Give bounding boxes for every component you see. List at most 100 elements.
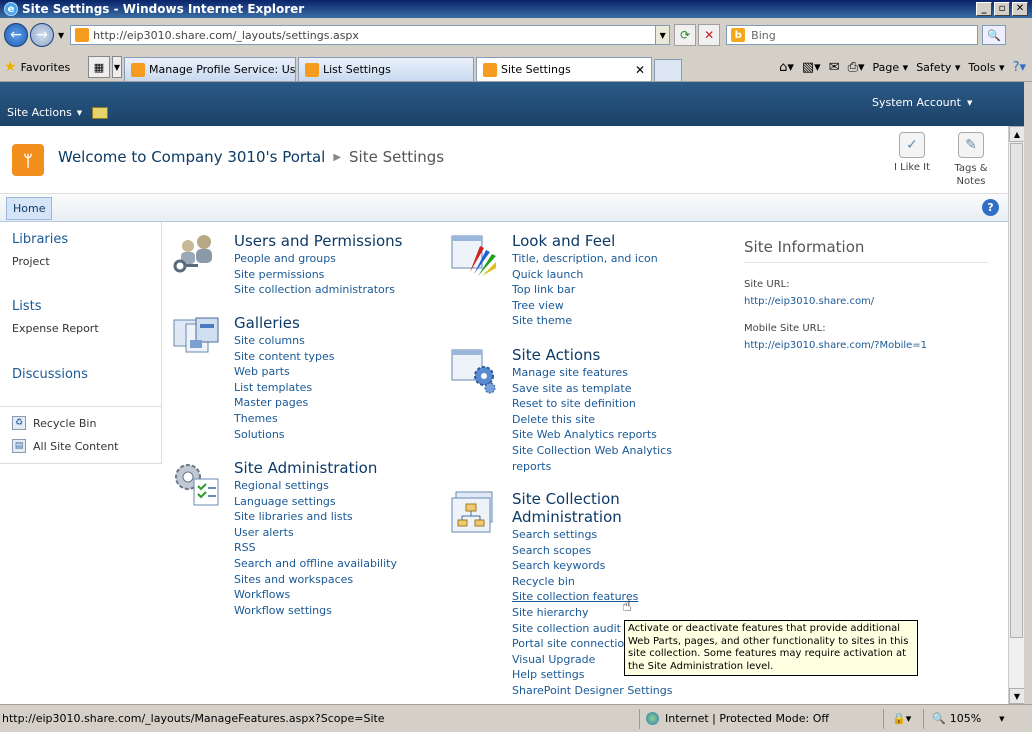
account-menu[interactable]: System Account ▼: [872, 96, 972, 109]
ql-libraries[interactable]: Libraries: [12, 232, 68, 247]
link-list-templates[interactable]: List templates: [234, 380, 335, 396]
search-go-button[interactable]: 🔍: [982, 25, 1007, 45]
link-language-settings[interactable]: Language settings: [234, 494, 397, 510]
tab-close-icon[interactable]: ✕: [635, 63, 645, 77]
link-search-scopes[interactable]: Search scopes: [512, 543, 672, 559]
link-site-permissions[interactable]: Site permissions: [234, 267, 395, 283]
link-top-link-bar[interactable]: Top link bar: [512, 282, 658, 298]
navigate-up-icon[interactable]: [92, 107, 108, 119]
site-content-icon: ▤: [12, 439, 26, 453]
link-people-groups[interactable]: People and groups: [234, 251, 395, 267]
help-icon[interactable]: ?: [982, 199, 999, 216]
ql-recycle-bin[interactable]: ♻ Recycle Bin: [12, 416, 96, 430]
tab-site-settings[interactable]: Site Settings ✕: [476, 57, 652, 81]
ql-project[interactable]: Project: [12, 255, 50, 268]
link-web-parts[interactable]: Web parts: [234, 364, 335, 380]
tools-menu[interactable]: Tools ▾: [968, 61, 1004, 74]
scroll-down-icon[interactable]: ▼: [1009, 688, 1025, 704]
tab-manage-profile[interactable]: Manage Profile Service: User...: [124, 57, 296, 81]
link-save-site-template[interactable]: Save site as template: [512, 381, 672, 397]
link-tree-view[interactable]: Tree view: [512, 298, 658, 314]
ql-discussions[interactable]: Discussions: [12, 367, 88, 382]
ql-divider: [0, 406, 162, 407]
refresh-button[interactable]: ⟳: [674, 24, 697, 46]
site-actions-menu[interactable]: Site Actions ▼: [7, 106, 82, 119]
link-sites-workspaces[interactable]: Sites and workspaces: [234, 572, 397, 588]
portal-title-link[interactable]: Welcome to Company 3010's Portal: [58, 148, 325, 166]
link-recycle-bin[interactable]: Recycle bin: [512, 574, 672, 590]
link-user-alerts[interactable]: User alerts: [234, 525, 397, 541]
page-menu[interactable]: Page ▾: [873, 61, 909, 74]
i-like-it-button[interactable]: ✓ I Like It: [886, 132, 938, 173]
close-window-button[interactable]: ✕: [1012, 2, 1028, 16]
home-icon[interactable]: ⌂▾: [779, 60, 794, 75]
print-icon[interactable]: ⎙▾: [848, 60, 865, 75]
scroll-up-icon[interactable]: ▲: [1009, 126, 1025, 142]
help-menu-icon[interactable]: ?▾: [1013, 60, 1026, 75]
link-workflows[interactable]: Workflows: [234, 587, 397, 603]
search-input[interactable]: b Bing: [726, 25, 979, 45]
minimize-button[interactable]: _: [976, 2, 992, 16]
new-tab-button[interactable]: [654, 59, 682, 81]
section-site-administration: Site Administration Regional settings La…: [172, 459, 432, 619]
back-button[interactable]: ←: [4, 23, 28, 47]
link-sharepoint-designer-settings[interactable]: SharePoint Designer Settings: [512, 683, 672, 699]
link-search-offline[interactable]: Search and offline availability: [234, 556, 397, 572]
link-site-columns[interactable]: Site columns: [234, 333, 335, 349]
link-search-keywords[interactable]: Search keywords: [512, 558, 672, 574]
safety-menu[interactable]: Safety ▾: [916, 61, 960, 74]
link-site-collection-web-analytics-cont[interactable]: reports: [512, 459, 672, 475]
link-workflow-settings[interactable]: Workflow settings: [234, 603, 397, 619]
link-themes[interactable]: Themes: [234, 411, 335, 427]
link-solutions[interactable]: Solutions: [234, 427, 335, 443]
link-master-pages[interactable]: Master pages: [234, 395, 335, 411]
address-input[interactable]: http://eip3010.share.com/_layouts/settin…: [70, 25, 657, 45]
favorites-button[interactable]: ★ Favorites: [0, 53, 84, 81]
link-site-hierarchy[interactable]: Site hierarchy: [512, 605, 672, 621]
link-title-description-icon[interactable]: Title, description, and icon: [512, 251, 658, 267]
link-quick-launch[interactable]: Quick launch: [512, 267, 658, 283]
link-delete-site[interactable]: Delete this site: [512, 412, 672, 428]
link-site-web-analytics[interactable]: Site Web Analytics reports: [512, 427, 672, 443]
link-site-libraries-lists[interactable]: Site libraries and lists: [234, 509, 397, 525]
zoom-control[interactable]: 🔍 105% ▼: [924, 709, 1005, 729]
link-rss[interactable]: RSS: [234, 540, 397, 556]
section-title: Site Collection Administration: [512, 490, 622, 526]
stop-button[interactable]: ✕: [698, 24, 721, 46]
link-site-content-types[interactable]: Site content types: [234, 349, 335, 365]
site-information-panel: Site Information Site URL: http://eip301…: [744, 238, 988, 351]
link-reset-site-definition[interactable]: Reset to site definition: [512, 396, 672, 412]
site-admin-gear-icon: [175, 464, 219, 506]
address-dropdown-icon[interactable]: ▼: [656, 25, 671, 45]
security-zone[interactable]: Internet | Protected Mode: Off: [640, 708, 884, 729]
mobile-url-link[interactable]: http://eip3010.share.com/?Mobile=1: [744, 340, 988, 351]
link-search-settings[interactable]: Search settings: [512, 527, 672, 543]
search-placeholder: Bing: [751, 28, 776, 42]
tab-list-dropdown-icon[interactable]: ▼: [112, 56, 122, 78]
tab-favicon-icon: [483, 62, 497, 77]
history-dropdown-icon[interactable]: ▼: [58, 31, 64, 40]
tab-favicon-icon: [131, 62, 145, 77]
ql-expense-report[interactable]: Expense Report: [12, 322, 99, 335]
link-site-collection-admins[interactable]: Site collection administrators: [234, 282, 395, 298]
tab-list-settings[interactable]: List Settings: [298, 57, 474, 81]
site-url-link[interactable]: http://eip3010.share.com/: [744, 296, 988, 307]
tags-notes-button[interactable]: ✎ Tags & Notes: [942, 132, 1000, 188]
ql-all-site-content[interactable]: ▤ All Site Content: [12, 439, 119, 453]
forward-button[interactable]: →: [30, 23, 54, 47]
maximize-button[interactable]: ▫: [994, 2, 1010, 16]
link-site-collection-web-analytics[interactable]: Site Collection Web Analytics: [512, 443, 672, 459]
link-site-theme[interactable]: Site theme: [512, 313, 658, 329]
scroll-thumb[interactable]: [1010, 143, 1023, 638]
link-site-collection-features[interactable]: Site collection features: [512, 589, 672, 605]
ql-lists[interactable]: Lists: [12, 299, 42, 314]
feeds-icon[interactable]: ▧▾: [802, 60, 821, 75]
link-regional-settings[interactable]: Regional settings: [234, 478, 397, 494]
vertical-scrollbar[interactable]: ▲ ▼: [1008, 126, 1025, 704]
quick-tabs-button[interactable]: ▦: [88, 56, 110, 78]
mail-icon[interactable]: ✉: [829, 60, 840, 75]
address-row: ← → ▼ http://eip3010.share.com/_layouts/…: [0, 18, 1032, 52]
protected-mode-icon[interactable]: 🔒▾: [884, 708, 924, 729]
link-manage-site-features[interactable]: Manage site features: [512, 365, 672, 381]
top-nav-home[interactable]: Home: [6, 197, 53, 220]
